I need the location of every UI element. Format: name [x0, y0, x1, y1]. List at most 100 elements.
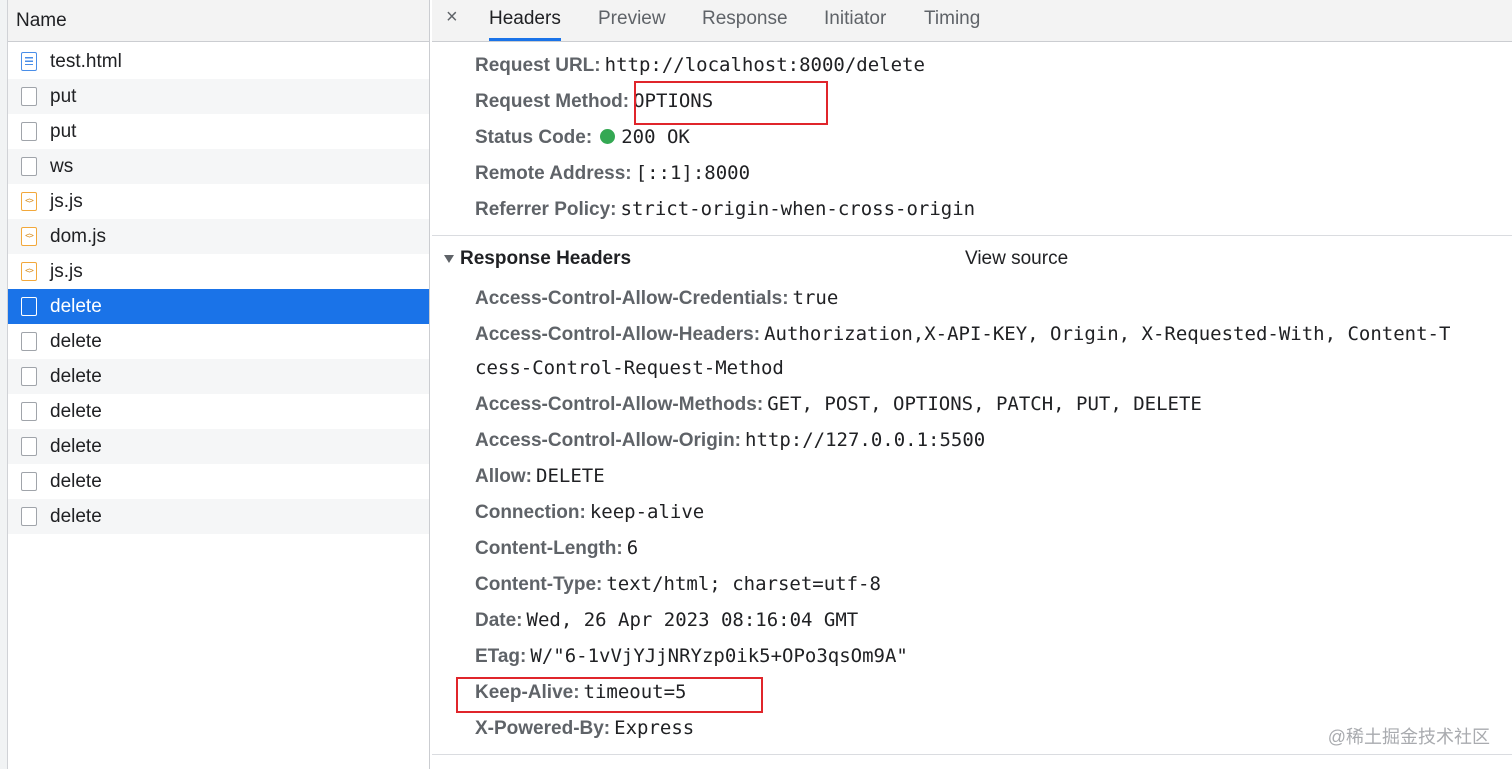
- resp-header-x-powered-by: X-Powered-By: Express: [475, 713, 694, 744]
- header-value: keep-alive: [589, 501, 705, 523]
- header-key: Access-Control-Allow-Origin:: [475, 430, 742, 451]
- request-row-delete[interactable]: delete: [8, 394, 429, 429]
- request-name: js.js: [50, 190, 83, 212]
- request-row-put[interactable]: put: [8, 79, 429, 114]
- request-name: delete: [50, 505, 102, 527]
- header-value: 6: [626, 537, 639, 559]
- request-row-js[interactable]: js.js: [8, 184, 429, 219]
- general-referrer-policy: Referrer Policy: strict-origin-when-cross…: [475, 194, 975, 225]
- general-status-code: Status Code: 200 OK: [475, 122, 690, 153]
- name-column-header[interactable]: Name: [8, 0, 429, 42]
- document-icon: [21, 402, 37, 421]
- request-name: ws: [50, 155, 74, 177]
- watermark-text: @稀土掘金技术社区: [1327, 727, 1490, 747]
- request-name: delete: [50, 330, 102, 352]
- header-key: Access-Control-Allow-Headers:: [475, 324, 761, 345]
- resp-header-etag: ETag: W/"6-1vVjYJjNRYzp0ik5+OPo3qsOm9A": [475, 641, 908, 672]
- request-row-delete-selected[interactable]: delete: [8, 289, 429, 324]
- resp-header-acam: Access-Control-Allow-Methods: GET, POST, …: [475, 389, 1202, 420]
- request-name: dom.js: [50, 225, 106, 247]
- request-row-delete[interactable]: delete: [8, 499, 429, 534]
- resp-header-acah-continued: cess-Control-Request-Method: [475, 357, 784, 379]
- resp-header-content-length: Content-Length: 6: [475, 533, 638, 564]
- header-value: GET, POST, OPTIONS, PATCH, PUT, DELETE: [767, 393, 1202, 415]
- response-headers-title: Response Headers: [460, 248, 632, 269]
- request-list: test.html put put ws js.js dom.js js.js: [8, 44, 429, 534]
- request-name: put: [50, 120, 77, 142]
- resp-header-content-type: Content-Type: text/html; charset=utf-8: [475, 569, 881, 600]
- request-row-ws[interactable]: ws: [8, 149, 429, 184]
- request-name: delete: [50, 295, 102, 317]
- header-value: text/html; charset=utf-8: [606, 573, 881, 595]
- resp-header-acac: Access-Control-Allow-Credentials: true: [475, 283, 838, 314]
- header-key: Remote Address:: [475, 163, 632, 184]
- tab-response[interactable]: Response: [702, 0, 788, 41]
- view-source-link[interactable]: View source: [965, 244, 1068, 274]
- triangle-down-icon: [444, 255, 454, 263]
- document-icon: [21, 157, 37, 176]
- details-tab-bar: × Headers Preview Response Initiator Tim…: [432, 0, 1512, 42]
- request-list-panel: Name test.html put put ws js.js dom.js: [0, 0, 430, 769]
- headers-content: Request URL: http://localhost:8000/delete…: [432, 42, 1512, 769]
- request-row-dom-js[interactable]: dom.js: [8, 219, 429, 254]
- header-key: Allow:: [475, 466, 532, 487]
- header-value: http://localhost:8000/delete: [604, 54, 925, 76]
- header-value: DELETE: [536, 465, 605, 487]
- html-file-icon: [21, 52, 37, 71]
- request-details-panel: × Headers Preview Response Initiator Tim…: [432, 0, 1512, 769]
- resp-header-connection: Connection: keep-alive: [475, 497, 704, 528]
- resp-header-acao: Access-Control-Allow-Origin: http://127.0…: [475, 425, 985, 456]
- request-name: delete: [50, 400, 102, 422]
- tab-headers[interactable]: Headers: [489, 0, 561, 41]
- section-divider: [432, 235, 1512, 236]
- request-row-test-html[interactable]: test.html: [8, 44, 429, 79]
- header-key: ETag:: [475, 646, 527, 667]
- request-row-delete[interactable]: delete: [8, 324, 429, 359]
- request-row-delete[interactable]: delete: [8, 464, 429, 499]
- name-column-label: Name: [16, 9, 67, 31]
- response-headers-toggle[interactable]: Response Headers: [444, 244, 631, 274]
- header-key: Access-Control-Allow-Methods:: [475, 394, 764, 415]
- document-icon: [21, 437, 37, 456]
- header-value: W/"6-1vVjYJjNRYzp0ik5+OPo3qsOm9A": [530, 645, 908, 667]
- header-key: Referrer Policy:: [475, 199, 617, 220]
- header-value: strict-origin-when-cross-origin: [620, 198, 976, 220]
- general-remote-address: Remote Address: [::1]:8000: [475, 158, 750, 189]
- request-row-delete[interactable]: delete: [8, 429, 429, 464]
- request-name: js.js: [50, 260, 83, 282]
- document-icon: [21, 332, 37, 351]
- tab-timing[interactable]: Timing: [924, 0, 980, 41]
- request-name: delete: [50, 365, 102, 387]
- header-key: X-Powered-By:: [475, 718, 611, 739]
- header-value: [::1]:8000: [635, 162, 751, 184]
- header-key: Access-Control-Allow-Credentials:: [475, 288, 789, 309]
- section-divider: [432, 754, 1512, 755]
- request-row-js[interactable]: js.js: [8, 254, 429, 289]
- close-icon[interactable]: ×: [446, 6, 458, 29]
- header-key: Request URL:: [475, 55, 601, 76]
- document-icon: [21, 507, 37, 526]
- request-name: put: [50, 85, 77, 107]
- document-icon: [21, 122, 37, 141]
- header-value: Express: [614, 717, 695, 739]
- status-ok-icon: [600, 129, 616, 144]
- document-icon: [21, 367, 37, 386]
- script-file-icon: [21, 227, 37, 246]
- header-key: Date:: [475, 610, 523, 631]
- resp-header-allow: Allow: DELETE: [475, 461, 605, 492]
- header-value: true: [792, 287, 839, 309]
- request-row-delete[interactable]: delete: [8, 359, 429, 394]
- header-value: http://127.0.0.1:5500: [745, 429, 986, 451]
- document-icon: [21, 472, 37, 491]
- tab-initiator[interactable]: Initiator: [824, 0, 886, 41]
- request-name: delete: [50, 470, 102, 492]
- header-value: Authorization,X-API-KEY, Origin, X-Reque…: [764, 323, 1451, 345]
- resp-header-acah: Access-Control-Allow-Headers: Authorizati…: [475, 319, 1450, 350]
- general-request-url: Request URL: http://localhost:8000/delete: [475, 50, 925, 81]
- request-row-put[interactable]: put: [8, 114, 429, 149]
- header-key: Connection:: [475, 502, 586, 523]
- highlight-keep-alive-box: [456, 677, 763, 713]
- header-value: 200 OK: [621, 126, 690, 148]
- script-file-icon: [21, 192, 37, 211]
- tab-preview[interactable]: Preview: [598, 0, 666, 41]
